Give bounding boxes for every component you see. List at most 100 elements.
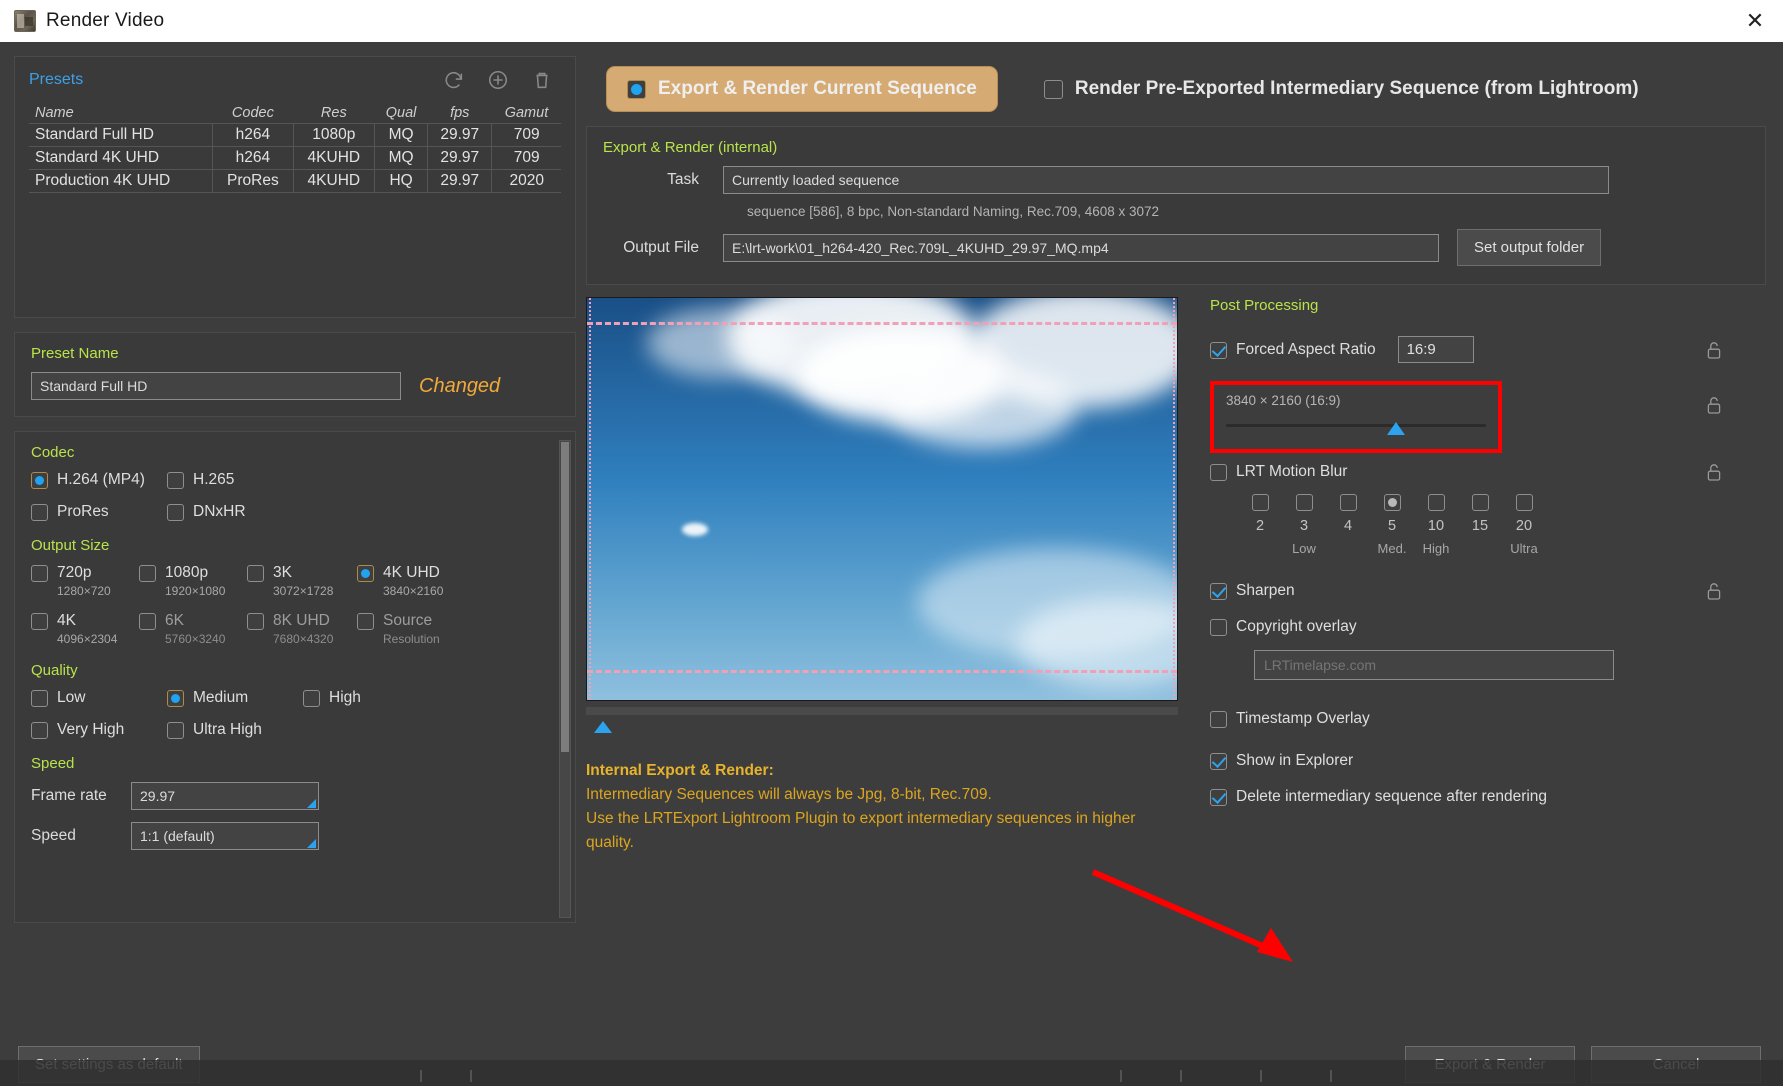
checkbox-icon[interactable] — [31, 504, 48, 521]
speed-input[interactable] — [131, 822, 319, 850]
checkbox-icon[interactable] — [167, 504, 184, 521]
checkbox-icon[interactable] — [1043, 80, 1063, 99]
radio-icon[interactable] — [167, 690, 184, 707]
add-icon[interactable] — [487, 69, 509, 91]
checkbox-icon[interactable] — [31, 690, 48, 707]
frame-rate-input[interactable] — [131, 782, 319, 810]
render-mode-row: Export & Render Current Sequence Render … — [586, 56, 1766, 118]
motion-blur-level-20[interactable] — [1502, 493, 1546, 511]
preview-timeline-scrollbar[interactable] — [586, 707, 1178, 715]
motion-blur-level-10[interactable] — [1414, 493, 1458, 511]
quality-option-medium[interactable]: Medium — [167, 689, 303, 707]
lock-open-icon[interactable] — [1706, 340, 1722, 360]
delete-icon[interactable] — [531, 69, 553, 91]
size-option-720p[interactable]: 720p 1280×720 — [31, 564, 139, 598]
radio-icon[interactable] — [627, 80, 646, 99]
size-option-4k[interactable]: 4K 4096×2304 — [31, 612, 139, 646]
codec-option-h264[interactable]: H.264 (MP4) — [31, 471, 167, 489]
checkbox-icon[interactable] — [1427, 494, 1445, 511]
checkbox-icon[interactable] — [167, 722, 184, 739]
size-option-1080p[interactable]: 1080p 1920×1080 — [139, 564, 247, 598]
codec-option-prores[interactable]: ProRes — [31, 503, 167, 521]
lock-open-icon[interactable] — [1706, 462, 1722, 482]
checkbox-icon[interactable] — [139, 613, 156, 630]
motion-blur-tag: Med. — [1377, 541, 1407, 556]
scrollbar-thumb[interactable] — [561, 442, 569, 752]
quality-option-low[interactable]: Low — [31, 689, 167, 707]
motion-blur-level-15[interactable] — [1458, 493, 1502, 511]
preset-name-input[interactable] — [31, 372, 401, 400]
table-row[interactable]: Standard Full HD h264 1080p MQ 29.97 709 — [29, 123, 561, 147]
copyright-text-input[interactable] — [1254, 650, 1614, 680]
radio-icon[interactable] — [357, 565, 374, 582]
checkbox-icon[interactable] — [1210, 583, 1227, 600]
aspect-ratio-input[interactable] — [1397, 336, 1474, 363]
timeline-marker-icon[interactable] — [594, 721, 612, 733]
checkbox-icon[interactable] — [1295, 494, 1313, 511]
settings-scrollbar[interactable] — [559, 440, 571, 918]
output-file-input[interactable] — [723, 233, 1439, 262]
slider-knob-icon[interactable] — [1387, 422, 1406, 435]
size-option-6k[interactable]: 6K 5760×3240 — [139, 612, 247, 646]
mode-pre-exported[interactable]: Render Pre-Exported Intermediary Sequenc… — [1043, 78, 1639, 100]
size-option-4kuhd[interactable]: 4K UHD 3840×2160 — [357, 564, 477, 598]
radio-icon[interactable] — [1383, 494, 1401, 511]
frame-rate-field[interactable] — [131, 782, 319, 810]
checkbox-icon[interactable] — [1471, 494, 1489, 511]
lock-open-icon[interactable] — [1706, 395, 1722, 415]
checkbox-icon[interactable] — [1210, 789, 1227, 806]
task-input[interactable] — [723, 166, 1609, 194]
checkbox-icon[interactable] — [1515, 494, 1533, 511]
mode-current-sequence[interactable]: Export & Render Current Sequence — [606, 66, 998, 112]
lock-open-icon[interactable] — [1706, 581, 1722, 601]
dropdown-triangle-icon[interactable] — [307, 839, 316, 848]
size-sub: 5760×3240 — [165, 632, 226, 646]
checkbox-icon[interactable] — [247, 565, 264, 582]
checkbox-icon[interactable] — [139, 565, 156, 582]
close-icon[interactable]: ✕ — [1727, 0, 1783, 42]
checkbox-icon[interactable] — [1210, 341, 1227, 359]
checkbox-icon[interactable] — [31, 613, 48, 630]
checkbox-icon[interactable] — [1339, 494, 1357, 511]
checkbox-icon[interactable] — [31, 722, 48, 739]
refresh-icon[interactable] — [443, 69, 465, 91]
checkbox-icon[interactable] — [167, 472, 184, 489]
motion-blur-tag: Ultra — [1510, 541, 1538, 556]
preset-qual-cell: HQ — [374, 169, 428, 193]
checkbox-icon[interactable] — [1251, 494, 1269, 511]
checkbox-icon[interactable] — [357, 613, 374, 630]
motion-blur-level-5[interactable] — [1370, 493, 1414, 511]
size-option-8kuhd[interactable]: 8K UHD 7680×4320 — [247, 612, 357, 646]
motion-blur-level-2[interactable] — [1238, 493, 1282, 511]
codec-label: H.265 — [193, 471, 235, 488]
preset-gamut-cell: 2020 — [491, 169, 561, 193]
quality-option-very-high[interactable]: Very High — [31, 721, 167, 739]
quality-option-ultra-high[interactable]: Ultra High — [167, 721, 303, 739]
table-row[interactable]: Production 4K UHD ProRes 4KUHD HQ 29.97 … — [29, 169, 561, 193]
motion-blur-tag: High — [1422, 541, 1450, 556]
checkbox-icon[interactable] — [247, 613, 264, 630]
video-preview[interactable] — [586, 297, 1178, 701]
table-row[interactable]: Standard 4K UHD h264 4KUHD MQ 29.97 709 — [29, 146, 561, 170]
motion-blur-level-3[interactable] — [1282, 493, 1326, 511]
dropdown-triangle-icon[interactable] — [307, 799, 316, 808]
codec-option-dnxhr[interactable]: DNxHR — [167, 503, 303, 521]
speed-field[interactable] — [131, 822, 319, 850]
checkbox-icon[interactable] — [1210, 619, 1227, 636]
checkbox-icon[interactable] — [1210, 464, 1227, 481]
size-option-source[interactable]: Source Resolution — [357, 612, 477, 646]
checkbox-icon[interactable] — [1210, 753, 1227, 770]
codec-option-h265[interactable]: H.265 — [167, 471, 303, 489]
quality-option-high[interactable]: High — [303, 689, 423, 707]
resolution-slider[interactable] — [1226, 422, 1486, 435]
checkbox-icon[interactable] — [303, 690, 320, 707]
motion-blur-checkbox-row — [1238, 493, 1744, 511]
radio-icon[interactable] — [31, 472, 48, 489]
motion-blur-levels: 2 3 4 5 10 15 20 Low Med. High Ultra — [1238, 493, 1744, 556]
checkbox-icon[interactable] — [31, 565, 48, 582]
motion-blur-level-4[interactable] — [1326, 493, 1370, 511]
crop-guide-bottom — [587, 670, 1177, 673]
set-output-folder-button[interactable]: Set output folder — [1457, 229, 1602, 266]
size-option-3k[interactable]: 3K 3072×1728 — [247, 564, 357, 598]
checkbox-icon[interactable] — [1210, 711, 1227, 728]
